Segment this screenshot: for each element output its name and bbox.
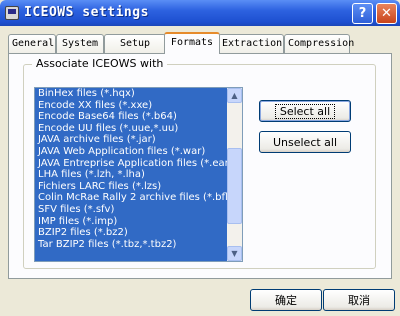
list-item[interactable]: Fichiers LARC files (*.lzs) [35,181,229,193]
list-item[interactable]: JAVA archive files (*.jar) [35,134,229,146]
help-button[interactable]: ? [352,3,373,24]
format-list: BinHex files (*.hqx) Encode XX files (*.… [35,88,229,250]
app-icon [5,6,19,20]
associate-groupbox: Associate ICEOWS with BinHex files (*.hq… [23,57,376,269]
scroll-thumb[interactable] [227,148,242,224]
tab-general[interactable]: General [8,34,56,53]
tab-formats[interactable]: Formats [164,32,220,54]
list-item[interactable]: BinHex files (*.hqx) [35,88,229,100]
tab-extraction[interactable]: Extraction [218,34,284,53]
list-item[interactable]: IMP files (*.imp) [35,216,229,228]
ok-button[interactable]: 确定 [250,289,322,311]
list-item[interactable]: BZIP2 files (*.bz2) [35,227,229,239]
cancel-button[interactable]: 取消 [323,289,395,311]
list-scrollbar[interactable]: ▲ ▼ [227,88,242,261]
select-all-button[interactable]: Select all [259,100,351,122]
groupbox-label: Associate ICEOWS with [32,57,168,70]
list-item[interactable]: LHA files (*.lzh, *.lha) [35,169,229,181]
close-button[interactable]: ✕ [376,3,397,24]
list-item[interactable]: JAVA Entreprise Application files (*.ear… [35,158,229,170]
tab-strip: General System Setup ARJ Formats Extract… [8,32,392,66]
tab-system[interactable]: System [56,34,104,53]
formats-panel: Associate ICEOWS with BinHex files (*.hq… [8,53,392,279]
list-item[interactable]: Encode UU files (*.uue,*.uu) [35,123,229,135]
tab-compression[interactable]: Compression [284,34,354,53]
list-item[interactable]: JAVA Web Application files (*.war) [35,146,229,158]
list-item[interactable]: Colin McRae Rally 2 archive files (*.bfl… [35,192,229,204]
settings-window: ICEOWS settings ? ✕ General System Setup… [0,0,400,316]
scroll-up-icon[interactable]: ▲ [227,88,242,103]
window-title: ICEOWS settings [24,5,149,20]
unselect-all-button[interactable]: Unselect all [259,131,351,153]
list-item[interactable]: Tar BZIP2 files (*.tbz,*.tbz2) [35,239,229,251]
scroll-down-icon[interactable]: ▼ [227,246,242,261]
list-item[interactable]: Encode Base64 files (*.b64) [35,111,229,123]
format-listbox[interactable]: BinHex files (*.hqx) Encode XX files (*.… [34,87,243,262]
select-all-label: Select all [274,103,336,119]
title-bar[interactable]: ICEOWS settings ? ✕ [0,0,400,26]
list-item[interactable]: SFV files (*.sfv) [35,204,229,216]
list-item[interactable]: Encode XX files (*.xxe) [35,100,229,112]
tab-setup-arj[interactable]: Setup ARJ [104,34,166,66]
